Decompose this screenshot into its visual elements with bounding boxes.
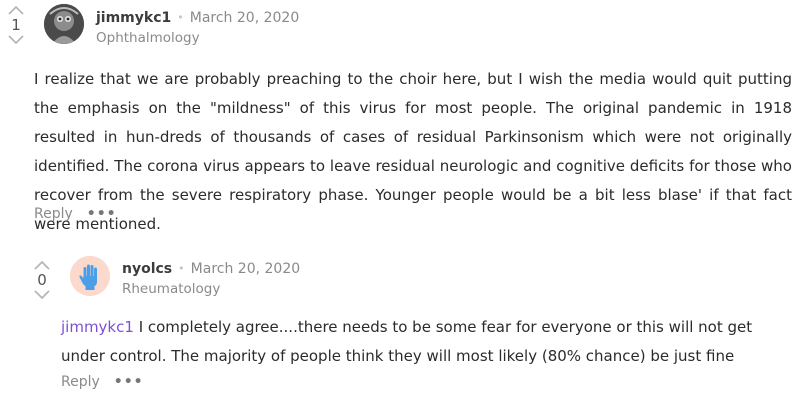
vote-count-1: 1 (11, 16, 21, 34)
more-options-button[interactable]: ••• (114, 374, 144, 390)
comment-1: 1 jimmykc1 • March 20, 2020 Ophthalmology … (0, 0, 810, 240)
author-specialty: Rheumatology (122, 281, 221, 297)
avatar[interactable] (70, 256, 110, 296)
chevron-up-icon[interactable] (8, 6, 24, 15)
reply-button[interactable]: Reply (61, 374, 100, 390)
vote-control-1: 1 (6, 6, 26, 44)
glove-icon (70, 256, 110, 296)
avatar[interactable] (44, 4, 84, 44)
chevron-up-icon[interactable] (34, 261, 50, 270)
comment-body-text: I completely agree....there needs to be … (61, 318, 753, 365)
comment-meta-1: jimmykc1 • March 20, 2020 Ophthalmology (96, 9, 299, 47)
comment-actions-1: Reply ••• (34, 206, 117, 222)
user-mention-link[interactable]: jimmykc1 (61, 318, 134, 336)
author-specialty: Ophthalmology (96, 30, 200, 46)
more-options-button[interactable]: ••• (87, 206, 117, 222)
comment-actions-2: Reply ••• (61, 374, 144, 390)
comment-body: I realize that we are probably preaching… (34, 70, 792, 233)
comment-date: March 20, 2020 (190, 261, 301, 277)
comment-meta-2: nyolcs • March 20, 2020 Rheumatology (122, 260, 300, 298)
comment-2: 0 nyolcs • March 20, 2020 Rheumatology jim… (0, 240, 810, 412)
chevron-down-icon[interactable] (34, 290, 50, 299)
vote-count-2: 0 (37, 271, 47, 289)
comment-date: March 20, 2020 (189, 10, 300, 26)
comment-body: jimmykc1 I completely agree....there nee… (61, 313, 796, 371)
author-name[interactable]: jimmykc1 (96, 10, 171, 26)
vote-control-2: 0 (32, 261, 52, 299)
separator-dot: • (178, 262, 185, 275)
chevron-down-icon[interactable] (8, 35, 24, 44)
reply-button[interactable]: Reply (34, 206, 73, 222)
author-name[interactable]: nyolcs (122, 261, 172, 277)
separator-dot: • (177, 11, 184, 24)
